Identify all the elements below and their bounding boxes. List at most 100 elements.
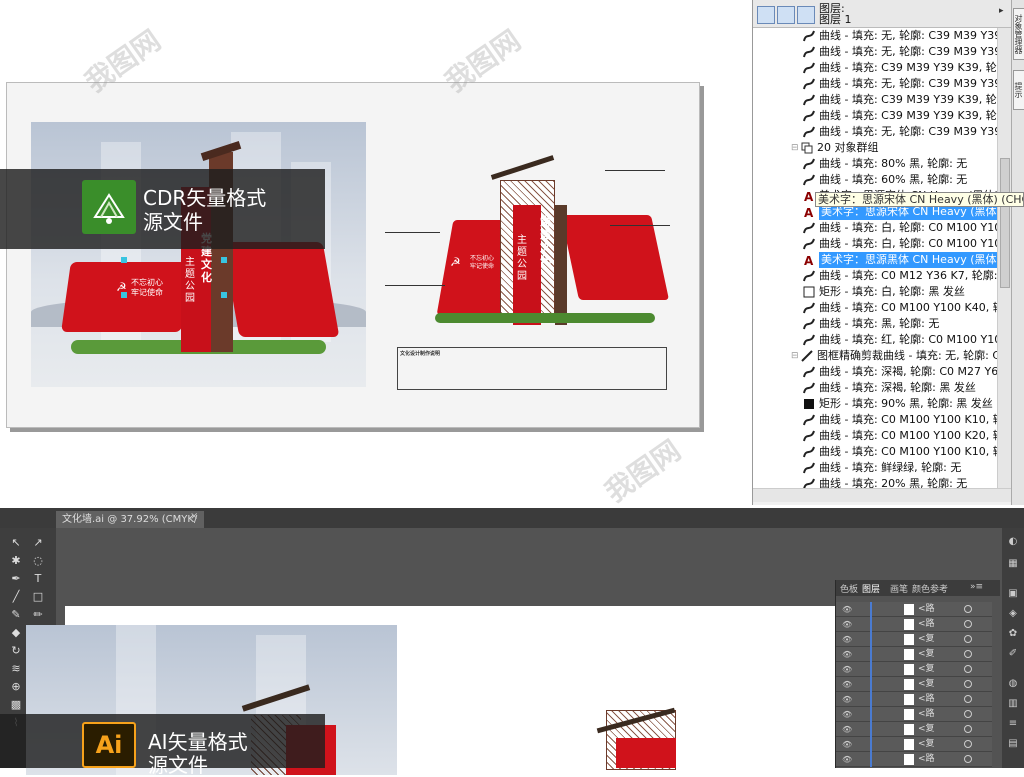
object-row[interactable]: 曲线 - 填充: 无, 轮廓: C39 M39 Y39 K39	[753, 76, 997, 92]
object-row[interactable]: 曲线 - 填充: C0 M12 Y36 K7, 轮廓: 无	[753, 268, 997, 284]
direct-selection-tool-icon[interactable]: ↗	[30, 536, 46, 550]
transparency-icon[interactable]: ▥	[1006, 698, 1020, 710]
show-object-properties-icon[interactable]	[797, 6, 815, 24]
object-row[interactable]: 矩形 - 填充: 90% 黑, 轮廓: 黑 发丝	[753, 396, 997, 412]
target-circle-icon[interactable]	[964, 695, 972, 703]
object-row[interactable]: 曲线 - 填充: 深褐, 轮廓: 黑 发丝	[753, 380, 997, 396]
layer-row[interactable]: 👁 <复	[836, 632, 992, 647]
blob-brush-icon[interactable]: ◆	[8, 626, 24, 640]
layer-row[interactable]: 👁 <路	[836, 707, 992, 722]
panel-menu-icon[interactable]: ▸	[999, 6, 1009, 16]
object-row[interactable]: 曲线 - 填充: C0 M100 Y100 K40, 轮廓: 无	[753, 300, 997, 316]
rectangle-tool-icon[interactable]: □	[30, 590, 46, 604]
target-circle-icon[interactable]	[964, 665, 972, 673]
tree-expander-icon[interactable]: ⊟	[791, 140, 799, 156]
tab-swatches[interactable]: 色板	[840, 582, 858, 595]
tab-object-manager[interactable]: 对象管理器	[1013, 8, 1024, 60]
appearance-icon[interactable]: ◍	[1006, 678, 1020, 690]
object-row[interactable]: 曲线 - 填充: 20% 黑, 轮廓: 无	[753, 476, 997, 488]
object-row[interactable]: 曲线 - 填充: C0 M100 Y100 K10, 轮廓:	[753, 412, 997, 428]
target-circle-icon[interactable]	[964, 650, 972, 658]
line-tool-icon[interactable]: ╱	[8, 590, 24, 604]
object-row[interactable]: 曲线 - 填充: 80% 黑, 轮廓: 无	[753, 156, 997, 172]
tab-layers[interactable]: 图层	[862, 582, 880, 595]
gradient-icon[interactable]: ▤	[1006, 738, 1020, 750]
selection-handle[interactable]	[221, 292, 227, 298]
shape-builder-icon[interactable]: ⊕	[8, 680, 24, 694]
object-row[interactable]: 曲线 - 填充: 白, 轮廓: C0 M100 Y100 K3	[753, 220, 997, 236]
object-row[interactable]: 曲线 - 填充: C0 M100 Y100 K10, 轮廓:	[753, 444, 997, 460]
object-row[interactable]: 曲线 - 填充: C39 M39 Y39 K39, 轮廓: 无	[753, 108, 997, 124]
layer-manager-view-icon[interactable]	[757, 6, 775, 24]
target-circle-icon[interactable]	[964, 740, 972, 748]
vertical-scrollbar[interactable]	[997, 28, 1011, 488]
layers-icon[interactable]: ◈	[1006, 608, 1020, 620]
object-row[interactable]: A 美术字：思源黑体 CN Heavy (黑体) (CH	[753, 252, 997, 268]
layer-row[interactable]: 👁 <复	[836, 677, 992, 692]
coreldraw-canvas[interactable]: ☭ 不忘初心牢记使命 党建文化 主题公园 ☭ 不忘初心牢记使命 党建文化 主题公…	[0, 0, 750, 509]
artboards-icon[interactable]: ▣	[1006, 588, 1020, 600]
object-row[interactable]: 曲线 - 填充: 黑, 轮廓: 无	[753, 316, 997, 332]
visibility-eye-icon[interactable]: 👁	[842, 617, 852, 632]
layer-row[interactable]: 👁 <复	[836, 722, 992, 737]
selection-handle[interactable]	[221, 257, 227, 263]
swatches-panel-icon[interactable]: ▦	[1006, 558, 1020, 570]
object-row[interactable]: 曲线 - 填充: 无, 轮廓: C39 M39 Y39 K39	[753, 44, 997, 60]
target-circle-icon[interactable]	[964, 605, 972, 613]
target-circle-icon[interactable]	[964, 755, 972, 763]
target-circle-icon[interactable]	[964, 680, 972, 688]
target-circle-icon[interactable]	[964, 710, 972, 718]
object-row[interactable]: 曲线 - 填充: 白, 轮廓: C0 M100 Y100 K3	[753, 236, 997, 252]
stroke-icon[interactable]: ≡	[1006, 718, 1020, 730]
visibility-eye-icon[interactable]: 👁	[842, 632, 852, 647]
visibility-eye-icon[interactable]: 👁	[842, 647, 852, 662]
object-row[interactable]: 曲线 - 填充: 红, 轮廓: C0 M100 Y100 K3	[753, 332, 997, 348]
layer-row[interactable]: 👁 <路	[836, 602, 992, 617]
pen-tool-icon[interactable]: ✒	[8, 572, 24, 586]
target-circle-icon[interactable]	[964, 725, 972, 733]
mesh-tool-icon[interactable]: ▩	[8, 698, 24, 712]
paintbrush-tool-icon[interactable]: ✎	[8, 608, 24, 622]
pencil-tool-icon[interactable]: ✏	[30, 608, 46, 622]
color-panel-icon[interactable]: ◐	[1006, 536, 1020, 548]
layer-row[interactable]: 👁 <路	[836, 752, 992, 767]
object-row[interactable]: 曲线 - 填充: C39 M39 Y39 K39, 轮廓: 无	[753, 92, 997, 108]
visibility-eye-icon[interactable]: 👁	[842, 722, 852, 737]
tree-expander-icon[interactable]: ⊟	[791, 348, 799, 364]
type-tool-icon[interactable]: T	[30, 572, 46, 586]
horizontal-scrollbar[interactable]	[753, 488, 1011, 502]
visibility-eye-icon[interactable]: 👁	[842, 677, 852, 692]
object-row[interactable]: 矩形 - 填充: 白, 轮廓: 黑 发丝	[753, 284, 997, 300]
symbols-icon[interactable]: ✿	[1006, 628, 1020, 640]
object-row[interactable]: 曲线 - 填充: 无, 轮廓: C39 M39 Y39 K39	[753, 124, 997, 140]
object-row[interactable]: 曲线 - 填充: 深褐, 轮廓: C0 M27 Y63 K7	[753, 364, 997, 380]
layer-row[interactable]: 👁 <复	[836, 662, 992, 677]
selection-tool-icon[interactable]: ↖	[8, 536, 24, 550]
document-tab[interactable]: 文化墙.ai @ 37.92% (CMYK/预览)	[56, 511, 204, 542]
selection-handle[interactable]	[121, 292, 127, 298]
visibility-eye-icon[interactable]: 👁	[842, 752, 852, 767]
object-row[interactable]: ⊟ 图框精确剪裁曲线 - 填充: 无, 轮廓: C0 M	[753, 348, 997, 364]
layer-row[interactable]: 👁 <路	[836, 617, 992, 632]
visibility-eye-icon[interactable]: 👁	[842, 602, 852, 617]
rotate-tool-icon[interactable]: ↻	[8, 644, 24, 658]
brushes-icon[interactable]: ✐	[1006, 648, 1020, 660]
layer-row[interactable]: 👁 <复	[836, 647, 992, 662]
object-row[interactable]: 曲线 - 填充: 鲜绿绿, 轮廓: 无	[753, 460, 997, 476]
layer-row[interactable]: 👁 <路	[836, 692, 992, 707]
tab-color-guide[interactable]: 颜色参考	[912, 582, 948, 595]
visibility-eye-icon[interactable]: 👁	[842, 662, 852, 677]
tab-brushes[interactable]: 画笔	[890, 582, 908, 595]
edit-across-layers-icon[interactable]	[777, 6, 795, 24]
magic-wand-icon[interactable]: ✱	[8, 554, 24, 568]
object-row[interactable]: 曲线 - 填充: C39 M39 Y39 K39, 轮廓: 无	[753, 60, 997, 76]
object-row[interactable]: 曲线 - 填充: 60% 黑, 轮廓: 无	[753, 172, 997, 188]
tab-hints[interactable]: 提示	[1013, 70, 1024, 110]
target-circle-icon[interactable]	[964, 620, 972, 628]
panel-menu-icon[interactable]: »≡	[970, 582, 983, 592]
target-circle-icon[interactable]	[964, 635, 972, 643]
object-row[interactable]: ⊟ 20 对象群组	[753, 140, 997, 156]
selection-handle[interactable]	[121, 257, 127, 263]
close-tab-icon[interactable]: ×	[190, 511, 198, 522]
lasso-tool-icon[interactable]: ◌	[30, 554, 46, 568]
